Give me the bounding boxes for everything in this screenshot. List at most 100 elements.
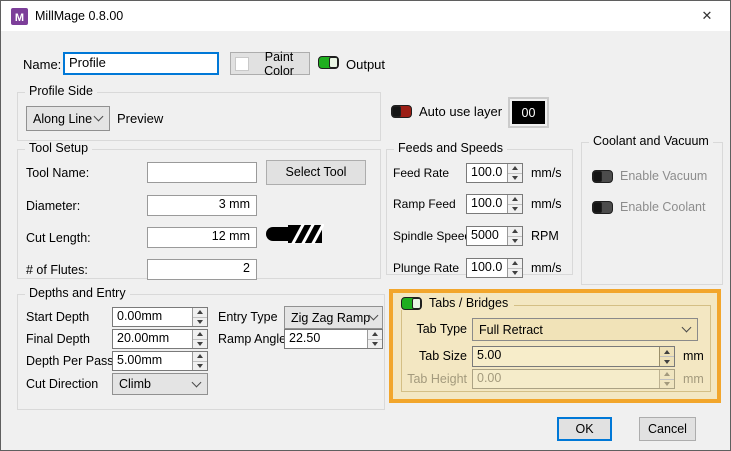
- spin-up-icon[interactable]: [193, 330, 207, 340]
- layer-value: 00: [512, 101, 545, 124]
- spindle-speed-spinner[interactable]: 5000: [466, 226, 523, 246]
- tab-size-unit: mm: [683, 349, 704, 363]
- entry-type-value: Zig Zag Ramp: [291, 311, 370, 325]
- cut-direction-select[interactable]: Climb: [112, 373, 208, 395]
- depths-entry-group: Depths and Entry Start Depth 0.00mm Fina…: [17, 294, 385, 410]
- select-tool-button[interactable]: Select Tool: [266, 160, 366, 185]
- spin-up-icon[interactable]: [193, 352, 207, 362]
- spin-up-icon[interactable]: [368, 330, 382, 340]
- tab-type-value: Full Retract: [479, 323, 543, 337]
- spin-down-icon[interactable]: [508, 237, 522, 246]
- toggle-knob: [412, 298, 421, 309]
- paint-color-label: Paint Color: [253, 50, 305, 78]
- spindle-speed-value: 5000: [467, 227, 507, 245]
- layer-color-box[interactable]: 00: [508, 97, 549, 128]
- cut-length-input[interactable]: 12 mm: [147, 227, 257, 248]
- spin-down-icon: [660, 380, 674, 389]
- ramp-angle-spinner[interactable]: 22.50: [284, 329, 383, 349]
- tab-height-unit: mm: [683, 372, 704, 386]
- enable-vacuum-toggle[interactable]: [592, 170, 613, 183]
- millmage-logo-icon: [11, 8, 28, 25]
- cancel-button[interactable]: Cancel: [639, 417, 696, 441]
- spin-down-icon[interactable]: [193, 362, 207, 371]
- enable-coolant-label: Enable Coolant: [620, 200, 705, 214]
- ramp-feed-spinner[interactable]: 100.0: [466, 194, 523, 214]
- close-icon[interactable]: [684, 1, 730, 31]
- coolant-vacuum-group-label: Coolant and Vacuum: [589, 134, 713, 148]
- spin-down-icon[interactable]: [368, 340, 382, 349]
- final-depth-spinner[interactable]: 20.00mm: [112, 329, 208, 349]
- dialog-window: MillMage 0.8.00 Name: Profile Paint Colo…: [0, 0, 731, 451]
- plunge-rate-label: Plunge Rate: [393, 261, 459, 275]
- feed-rate-value: 100.0: [467, 164, 507, 182]
- spin-up-icon[interactable]: [660, 347, 674, 357]
- spin-down-icon[interactable]: [193, 340, 207, 349]
- window-title: MillMage 0.8.00: [35, 9, 123, 23]
- spindle-speed-unit: RPM: [531, 229, 559, 243]
- spin-up-icon[interactable]: [508, 259, 522, 269]
- start-depth-label: Start Depth: [26, 310, 89, 324]
- chevron-down-icon: [94, 112, 104, 122]
- chevron-down-icon: [369, 311, 379, 321]
- cut-length-label: Cut Length:: [26, 231, 91, 245]
- feeds-speeds-group-label: Feeds and Speeds: [394, 141, 507, 155]
- flutes-input[interactable]: 2: [147, 259, 257, 280]
- feed-rate-spinner[interactable]: 100.0: [466, 163, 523, 183]
- tabs-bridges-header: Tabs / Bridges: [399, 296, 514, 310]
- tool-setup-group: Tool Setup Tool Name: Select Tool Diamet…: [17, 149, 381, 279]
- diameter-input[interactable]: 3 mm: [147, 195, 257, 216]
- profile-side-value: Along Line: [33, 112, 92, 126]
- tool-name-input[interactable]: [147, 162, 257, 183]
- flutes-label: # of Flutes:: [26, 263, 88, 277]
- tab-type-select[interactable]: Full Retract: [472, 318, 698, 341]
- start-depth-spinner[interactable]: 0.00mm: [112, 307, 208, 327]
- tab-size-value: 5.00: [473, 347, 659, 366]
- plunge-rate-spinner[interactable]: 100.0: [466, 258, 523, 278]
- spin-up-icon[interactable]: [508, 195, 522, 205]
- toggle-knob: [392, 106, 401, 117]
- spin-up-icon[interactable]: [508, 164, 522, 174]
- cut-direction-value: Climb: [119, 377, 151, 391]
- profile-side-select[interactable]: Along Line: [26, 106, 110, 131]
- ramp-angle-label: Ramp Angle: [218, 332, 286, 346]
- enable-coolant-toggle[interactable]: [592, 201, 613, 214]
- chevron-down-icon: [192, 377, 202, 387]
- profile-side-group: Profile Side Along Line Preview: [17, 92, 381, 141]
- entry-type-select[interactable]: Zig Zag Ramp: [284, 306, 383, 329]
- tab-height-spinner: 0.00: [472, 369, 675, 389]
- final-depth-value: 20.00mm: [113, 330, 192, 348]
- spin-down-icon[interactable]: [508, 174, 522, 183]
- spin-down-icon[interactable]: [508, 205, 522, 214]
- tab-size-label: Tab Size: [397, 349, 467, 363]
- tabs-bridges-highlight: Tabs / Bridges Tab Type Full Retract Tab…: [389, 289, 721, 403]
- spin-down-icon[interactable]: [193, 318, 207, 327]
- toggle-knob: [593, 171, 602, 182]
- enable-vacuum-label: Enable Vacuum: [620, 169, 707, 183]
- tab-type-label: Tab Type: [397, 322, 467, 336]
- depth-per-pass-spinner[interactable]: 5.00mm: [112, 351, 208, 371]
- coolant-vacuum-group: Coolant and Vacuum Enable Vacuum Enable …: [581, 142, 723, 285]
- ok-button[interactable]: OK: [557, 417, 612, 441]
- start-depth-value: 0.00mm: [113, 308, 192, 326]
- final-depth-label: Final Depth: [26, 332, 90, 346]
- tab-height-label: Tab Height: [397, 372, 467, 386]
- paint-color-button[interactable]: Paint Color: [230, 52, 310, 75]
- entry-type-label: Entry Type: [218, 310, 278, 324]
- paint-color-swatch: [235, 57, 249, 71]
- spin-down-icon[interactable]: [660, 357, 674, 366]
- output-toggle[interactable]: [318, 56, 339, 69]
- toggle-knob: [593, 202, 602, 213]
- ramp-feed-value: 100.0: [467, 195, 507, 213]
- diameter-label: Diameter:: [26, 199, 80, 213]
- name-input[interactable]: Profile: [63, 52, 219, 75]
- tab-size-spinner[interactable]: 5.00: [472, 346, 675, 367]
- spin-down-icon[interactable]: [508, 269, 522, 278]
- feeds-speeds-group: Feeds and Speeds Feed Rate 100.0 mm/s Ra…: [386, 149, 573, 275]
- auto-use-layer-toggle[interactable]: [391, 105, 412, 118]
- tabs-bridges-toggle[interactable]: [401, 297, 422, 310]
- ramp-feed-label: Ramp Feed: [393, 197, 456, 211]
- toggle-knob: [329, 57, 338, 68]
- profile-side-group-label: Profile Side: [25, 84, 97, 98]
- spin-up-icon[interactable]: [508, 227, 522, 237]
- spin-up-icon[interactable]: [193, 308, 207, 318]
